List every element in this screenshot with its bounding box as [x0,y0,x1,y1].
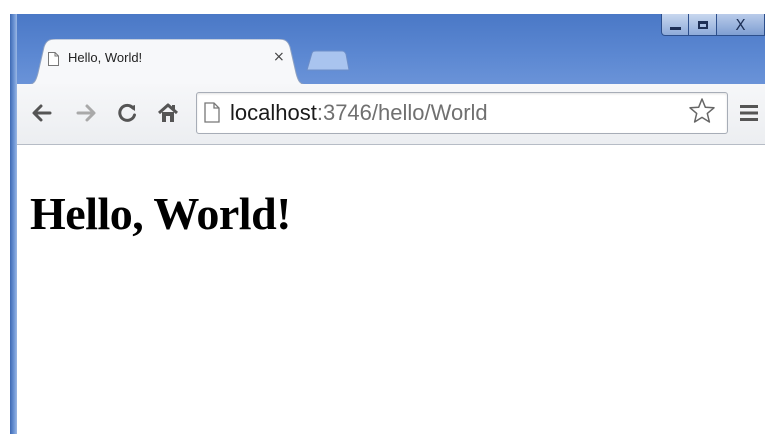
maximize-icon [697,20,708,29]
reload-icon [118,103,136,122]
back-button[interactable] [28,98,54,128]
window-controls: X [661,14,765,36]
url-path: :3746/hello/World [316,100,488,125]
menu-icon[interactable] [738,104,760,122]
url-host: localhost [230,100,317,125]
new-tab-button[interactable] [306,50,350,71]
maximize-button[interactable] [689,14,717,36]
tab-title: Hello, World! [68,50,143,65]
url-text[interactable]: localhost:3746/hello/World [230,98,488,128]
star-icon[interactable] [688,97,716,125]
tab-close-button[interactable]: × [273,49,285,65]
page-heading: Hello, World! [30,188,292,239]
home-button[interactable] [155,98,181,128]
browser-window: X Hello, World! × localhost:3746/hello/W… [0,0,765,434]
close-window-button[interactable]: X [717,14,765,36]
window-left-border [10,14,17,434]
forward-button[interactable] [74,98,100,128]
reload-button[interactable] [114,98,140,128]
page-icon [48,52,59,66]
home-icon [158,103,178,122]
back-arrow-icon [32,104,52,122]
page-info-icon[interactable] [204,102,220,123]
close-window-label: X [735,15,746,34]
forward-arrow-icon [76,104,96,122]
minimize-icon [669,27,681,30]
minimize-button[interactable] [661,14,689,36]
